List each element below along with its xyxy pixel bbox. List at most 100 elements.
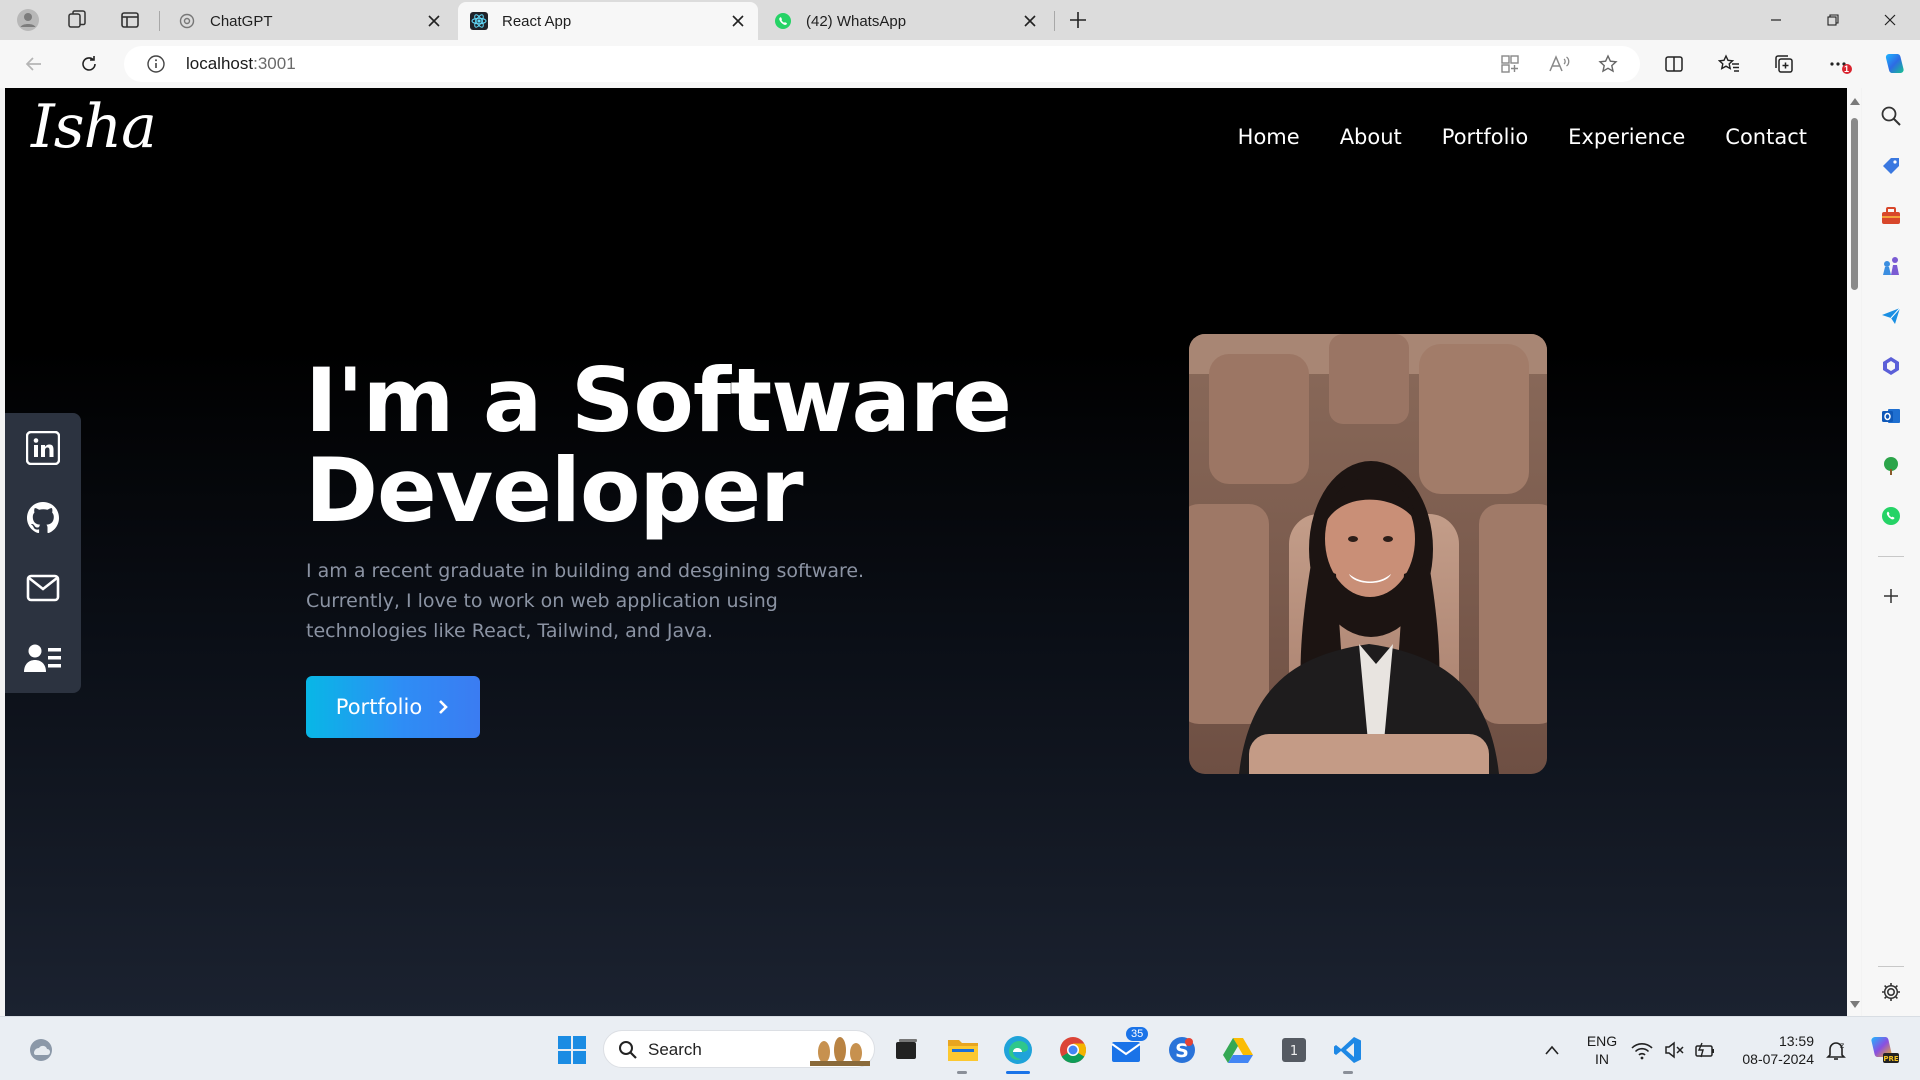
tab-chatgpt[interactable]: ChatGPT <box>166 2 454 40</box>
site-logo[interactable]: Isha <box>31 92 157 162</box>
plus-icon <box>1884 589 1898 603</box>
portfolio-button[interactable]: Portfolio <box>306 676 480 738</box>
back-arrow-icon <box>25 57 41 71</box>
quick-settings-button[interactable] <box>1630 1033 1726 1067</box>
app-available-icon[interactable] <box>1494 50 1526 78</box>
sidebar-add-button[interactable] <box>1877 582 1905 610</box>
restore-icon <box>1827 14 1839 26</box>
vertical-tabs-button[interactable] <box>116 6 144 34</box>
workspaces-button[interactable] <box>63 6 91 34</box>
address-bar[interactable]: localhost:3001 <box>124 46 1640 82</box>
svg-text:PRE: PRE <box>1883 1055 1899 1063</box>
sidebar-outlook-button[interactable] <box>1877 402 1905 430</box>
sidebar-settings-button[interactable] <box>1877 978 1905 1006</box>
language-indicator[interactable]: ENG IN <box>1582 1032 1622 1068</box>
email-link[interactable] <box>5 553 81 623</box>
sidebar-m365-button[interactable] <box>1877 352 1905 380</box>
close-icon <box>1884 14 1896 26</box>
whatsapp-icon <box>1882 507 1900 525</box>
task-view-button[interactable] <box>889 1033 923 1067</box>
do-not-disturb-button[interactable]: z <box>1818 1033 1854 1067</box>
vscode-button[interactable] <box>1331 1033 1365 1067</box>
mail-app-button[interactable]: 35 <box>1110 1027 1149 1067</box>
folder-icon <box>948 1040 978 1061</box>
tab-whatsapp[interactable]: (42) WhatsApp <box>762 2 1050 40</box>
chrome-button[interactable] <box>1056 1033 1090 1067</box>
edge-icon <box>1004 1036 1032 1064</box>
taskbar-search[interactable]: Search <box>603 1030 875 1068</box>
nav-portfolio[interactable]: Portfolio <box>1442 125 1528 149</box>
tab-title: React App <box>502 12 572 30</box>
scroll-down-icon[interactable] <box>1850 1001 1860 1008</box>
chrome-icon <box>1060 1037 1087 1064</box>
microsoft-365-icon <box>1883 357 1899 375</box>
taskbar-app-button[interactable]: 1 <box>1277 1033 1311 1067</box>
mail-unread-badge: 35 <box>1126 1027 1149 1041</box>
back-button[interactable] <box>18 50 50 78</box>
sidebar-tools-button[interactable] <box>1877 202 1905 230</box>
scroll-thumb[interactable] <box>1851 118 1858 290</box>
nav-contact[interactable]: Contact <box>1725 125 1807 149</box>
minimize-button[interactable] <box>1748 0 1804 40</box>
sidebar-tree-button[interactable] <box>1877 452 1905 480</box>
read-aloud-icon[interactable] <box>1543 50 1575 78</box>
close-window-button[interactable] <box>1862 0 1918 40</box>
copilot-preview-button[interactable]: PRE <box>1862 1033 1902 1067</box>
favorite-star-icon[interactable] <box>1592 50 1624 78</box>
react-icon <box>470 12 488 30</box>
site-info-icon[interactable] <box>146 54 166 74</box>
resume-link[interactable] <box>5 623 81 693</box>
close-tab-icon[interactable] <box>1020 11 1040 31</box>
plus-icon <box>1070 12 1086 28</box>
file-explorer-button[interactable] <box>946 1033 980 1067</box>
svg-text:1: 1 <box>1290 1044 1298 1059</box>
show-hidden-icons-button[interactable] <box>1535 1033 1569 1067</box>
chevron-up-icon <box>1545 1045 1559 1055</box>
sidebar-games-button[interactable] <box>1877 252 1905 280</box>
search-icon <box>1881 106 1901 126</box>
tag-icon <box>1883 158 1899 174</box>
weather-widget[interactable] <box>24 1033 58 1067</box>
chatgpt-icon <box>178 12 196 30</box>
scroll-up-icon[interactable] <box>1850 98 1860 105</box>
s-app-button[interactable]: S <box>1165 1033 1199 1067</box>
profile-button[interactable] <box>14 6 42 34</box>
browser-toolbar: localhost:3001 1 <box>0 40 1920 88</box>
copilot-icon <box>1885 54 1904 73</box>
linkedin-link[interactable] <box>5 413 81 483</box>
github-link[interactable] <box>5 483 81 553</box>
portfolio-button-label: Portfolio <box>335 695 423 719</box>
refresh-button[interactable] <box>73 50 105 78</box>
split-screen-button[interactable] <box>1658 50 1690 78</box>
close-tab-icon[interactable] <box>424 11 444 31</box>
nav-home[interactable]: Home <box>1238 125 1300 149</box>
sidebar-search-button[interactable] <box>1877 102 1905 130</box>
tab-react-app[interactable]: React App <box>458 2 758 40</box>
mail-icon <box>26 574 60 602</box>
favorites-icon <box>1718 54 1739 72</box>
app-tile-icon: 1 <box>1282 1038 1306 1062</box>
nav-experience[interactable]: Experience <box>1568 125 1685 149</box>
copilot-button[interactable] <box>1876 50 1912 78</box>
page-scrollbar[interactable] <box>1847 88 1861 1016</box>
edge-button[interactable] <box>1001 1033 1035 1067</box>
hero-title: I'm a Software Developer <box>305 349 1012 542</box>
settings-more-button[interactable]: 1 <box>1824 50 1856 78</box>
sidebar-whatsapp-button[interactable] <box>1877 502 1905 530</box>
notification-badge: 1 <box>1844 64 1850 74</box>
sidebar-shopping-button[interactable] <box>1877 152 1905 180</box>
favorites-button[interactable] <box>1713 50 1745 78</box>
collections-button[interactable] <box>1768 50 1800 78</box>
clock[interactable]: 13:59 08-07-2024 <box>1734 1032 1814 1068</box>
new-tab-button[interactable] <box>1064 6 1092 34</box>
sidebar-send-button[interactable] <box>1877 302 1905 330</box>
close-tab-icon[interactable] <box>728 11 748 31</box>
meerkats-icon <box>810 1037 870 1066</box>
restore-button[interactable] <box>1805 0 1861 40</box>
google-drive-button[interactable] <box>1221 1033 1255 1067</box>
minimize-icon <box>1771 19 1781 21</box>
start-button[interactable] <box>555 1033 589 1067</box>
workspaces-icon <box>68 10 86 28</box>
tab-strip: ChatGPT React App (42) WhatsApp <box>0 0 1920 40</box>
nav-about[interactable]: About <box>1340 125 1402 149</box>
